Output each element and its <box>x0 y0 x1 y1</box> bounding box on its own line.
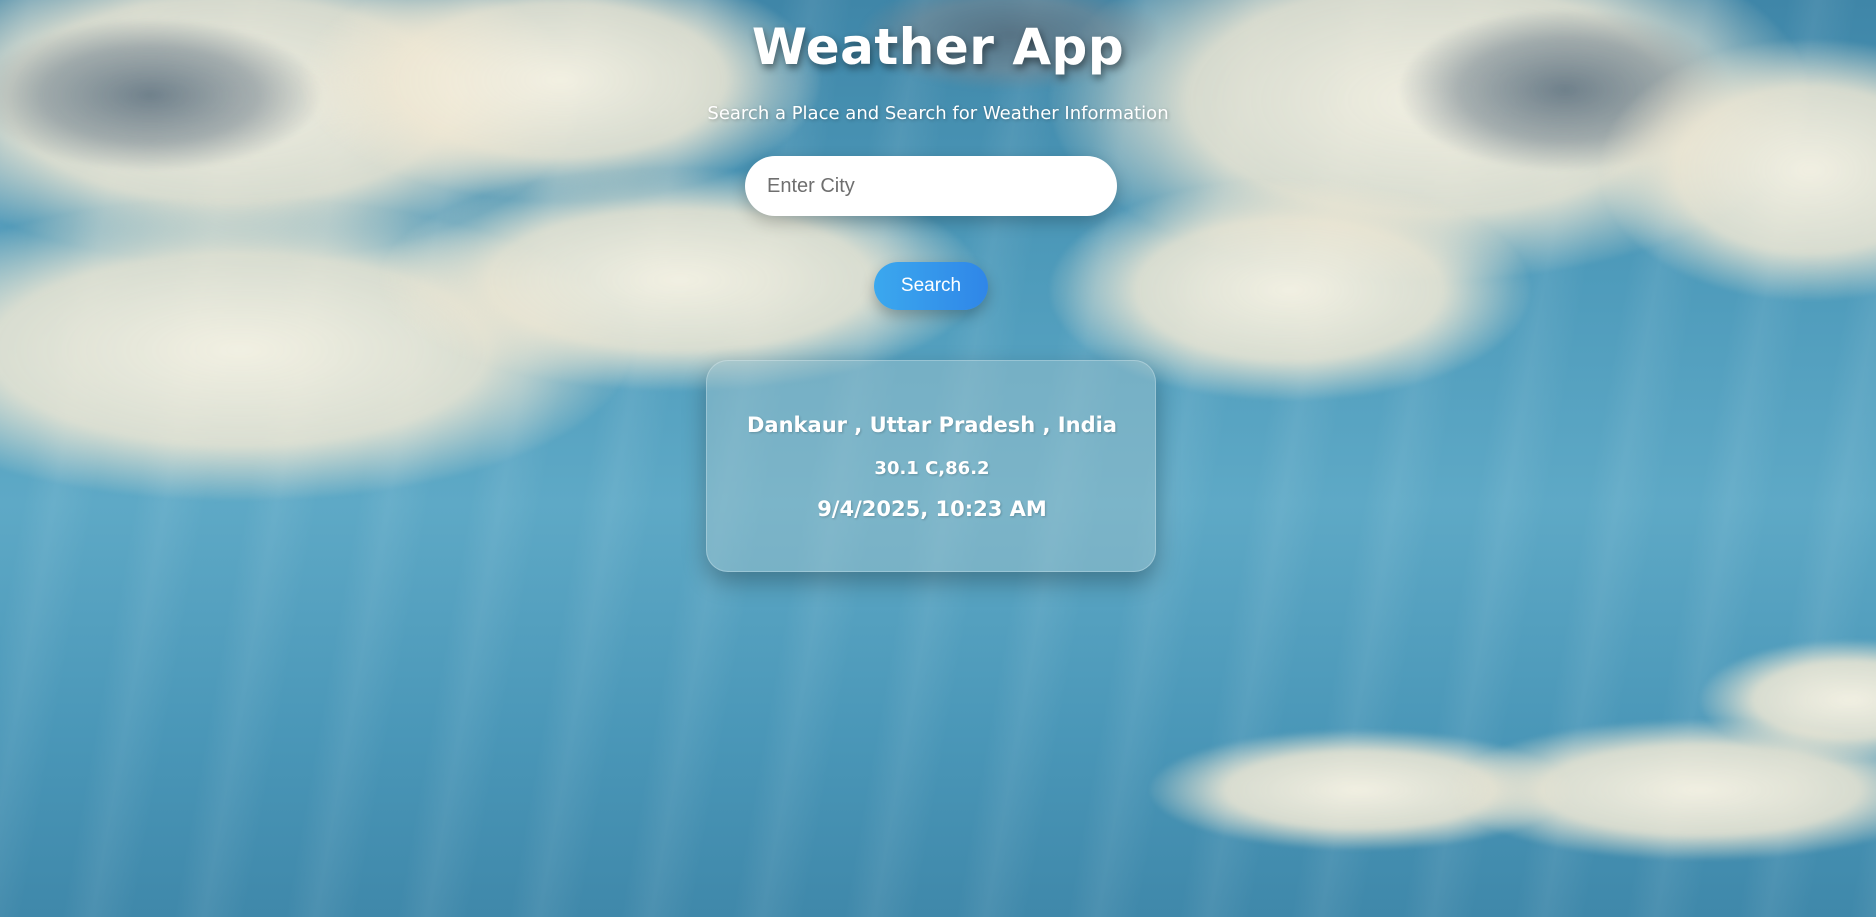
city-search-input[interactable] <box>745 156 1117 216</box>
page-subtitle: Search a Place and Search for Weather In… <box>707 103 1169 124</box>
main-content: Weather App Search a Place and Search fo… <box>0 0 1876 917</box>
temperature-text: 30.1 C,86.2 <box>874 458 990 479</box>
sky-background: Weather App Search a Place and Search fo… <box>0 0 1876 917</box>
weather-result-card: Dankaur , Uttar Pradesh , India 30.1 C,8… <box>706 360 1156 572</box>
page-title: Weather App <box>751 18 1125 76</box>
datetime-text: 9/4/2025, 10:23 AM <box>817 497 1047 521</box>
location-text: Dankaur , Uttar Pradesh , India <box>747 413 1117 437</box>
search-button[interactable]: Search <box>874 262 988 310</box>
